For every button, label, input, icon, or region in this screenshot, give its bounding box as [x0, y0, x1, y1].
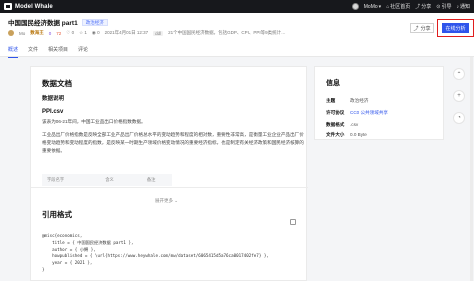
col-meaning: 含义: [105, 177, 114, 182]
topic-value: 政治经济: [350, 98, 369, 103]
dataset-summary: 21个中国国民经济数据，包括GDP、CPI、PPI等9类统计…: [168, 30, 286, 35]
tab-overview[interactable]: 概述: [8, 44, 19, 58]
citation-code: @misc{economics, title = { 中国国民经济数据 part…: [42, 233, 269, 272]
purple-badge: 0: [48, 30, 52, 36]
info-row-topic: 主题 政治经济: [326, 98, 369, 103]
share-link[interactable]: ⤴ 分享: [415, 3, 431, 10]
publish-date: 2021年4月01日 12:37: [104, 30, 149, 35]
tab-files[interactable]: 文件: [28, 44, 38, 57]
brand-name[interactable]: Model Whale: [15, 4, 53, 10]
add-icon[interactable]: +: [453, 90, 465, 102]
col-field-name: 字段名字: [47, 177, 65, 182]
file-description: 该表为06-21年间，中国工业品出口价格指数数据。: [42, 119, 146, 124]
community-link[interactable]: ⌂ 社区首页: [386, 3, 410, 11]
info-row-license: 许可协议 CC0 公共领域共享: [326, 110, 389, 116]
file-name-heading: PPI.csv: [42, 109, 64, 115]
like-count[interactable]: ♡ 0: [66, 30, 74, 36]
field-table-header: 字段名字 含义 备注: [42, 174, 172, 186]
data-doc-heading: 数据文档: [42, 79, 72, 88]
share-icon: ⤴: [413, 25, 419, 32]
chat-icon[interactable]: ◔: [453, 112, 465, 124]
tab-related-projects[interactable]: 相关项目: [48, 44, 68, 57]
info-row-format: 数据格式 .csv: [326, 122, 359, 127]
size-value: 0.0 Byte: [350, 132, 367, 137]
level-badge: 数海王: [30, 30, 44, 35]
top-navbar: Model Whale MoMo ▾ ⌂ 社区首页 ⤴ 分享 ⊙ 引导 ♪ 通知: [0, 0, 474, 13]
data-desc-heading: 数据说明: [42, 96, 65, 102]
dataset-tabs: 概述 文件 相关项目 评论: [0, 44, 474, 58]
format-chip: ddl: [153, 30, 164, 36]
dataset-meta: Mo 数海王 0 72 ♡ 0 ☆ 1 ◉ 0 2021年4月01日 12:37…: [8, 30, 286, 36]
guide-icon: ⊙: [436, 3, 441, 10]
user-avatar[interactable]: [351, 3, 359, 10]
chevron-down-icon: ⌄: [174, 198, 179, 203]
user-menu[interactable]: MoMo ▾: [364, 4, 381, 10]
license-link[interactable]: CC0 公共领域共享: [350, 110, 388, 116]
top-right-menu: MoMo ▾ ⌂ 社区首页 ⤴ 分享 ⊙ 引导 ♪ 通知: [351, 0, 470, 13]
index-description: 工业品出厂价格指数是反映全部工业产品出厂价格总水平的变动趋势和程度的相对数，重要…: [42, 132, 304, 153]
online-analysis-button[interactable]: 在线分析: [442, 23, 469, 33]
view-count: ◉ 0: [91, 30, 100, 35]
bell-icon: ♪: [456, 3, 459, 10]
info-card: 信息 主题 政治经济 许可协议 CC0 公共领域共享 数据格式 .csv 文件大…: [314, 66, 444, 140]
author-name[interactable]: Mo: [19, 31, 25, 36]
floating-actions: ⌃ + ◔: [452, 68, 466, 124]
scroll-top-icon[interactable]: ⌃: [453, 68, 465, 80]
info-row-size: 文件大小 0.0 Byte: [326, 132, 367, 137]
fav-count[interactable]: ☆ 1: [79, 30, 87, 36]
chevron-down-icon: ▾: [378, 3, 382, 10]
guide-link[interactable]: ⊙ 引导: [436, 3, 451, 11]
format-value: .csv: [350, 122, 359, 127]
modelwhale-logo[interactable]: [4, 3, 12, 10]
col-remark: 备注: [146, 177, 156, 182]
author-avatar[interactable]: [8, 30, 14, 36]
info-heading: 信息: [326, 80, 340, 87]
citation-heading: 引用格式: [42, 210, 72, 219]
share-icon: ⤴: [415, 4, 421, 10]
page-scrollbar[interactable]: [470, 57, 473, 281]
overview-card: 数据文档 数据说明 PPI.csv 该表为06-21年间，中国工业品出口价格指数…: [30, 66, 308, 281]
section-divider: [31, 187, 308, 188]
dataset-header: 中国国民经济数据 part1 政治经济 Mo 数海王 0 72 ♡ 0 ☆ 1 …: [0, 13, 474, 44]
notify-link[interactable]: ♪ 通知: [456, 3, 470, 11]
home-icon: ⌂: [386, 3, 390, 10]
share-button[interactable]: ⤴ 分享: [410, 23, 434, 33]
topic-tag[interactable]: 政治经济: [81, 18, 108, 26]
dataset-title: 中国国民经济数据 part1: [8, 20, 78, 27]
red-badge: 72: [56, 30, 62, 36]
copy-icon[interactable]: [290, 219, 296, 225]
tab-comments[interactable]: 评论: [78, 44, 88, 57]
expand-more-link[interactable]: 展开更多 ⌄: [155, 198, 178, 204]
